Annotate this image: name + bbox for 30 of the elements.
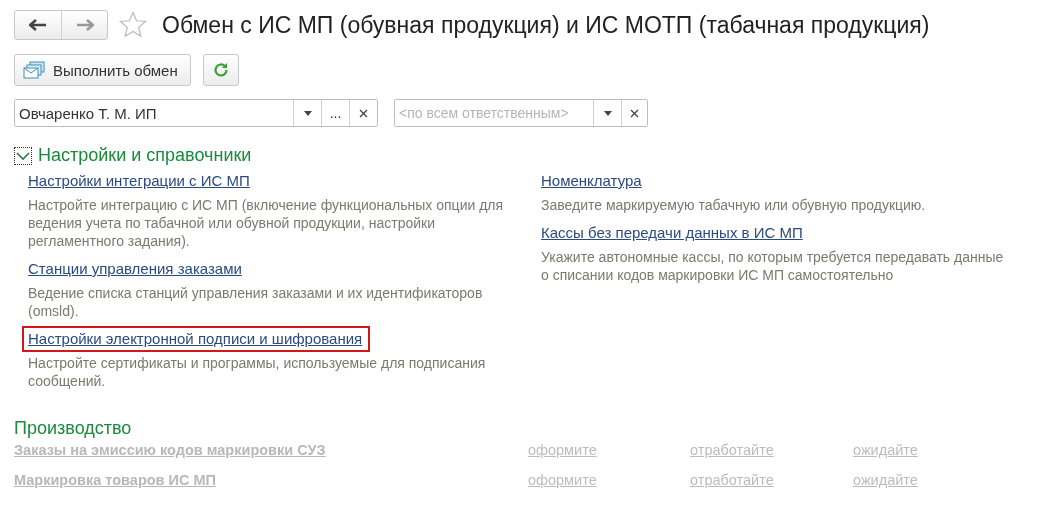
caret-icon: [603, 110, 612, 116]
organization-field[interactable]: Овчаренко Т. М. ИП ...: [14, 99, 378, 127]
link-description: Настройте интеграцию с ИС МП (включение функциональных опции для ведения учета по табачной или обувной продукции, настройки регламентного задания).: [28, 196, 505, 250]
exchange-button[interactable]: Выполнить обмен: [14, 54, 191, 86]
section-title: Производство: [14, 418, 132, 439]
section-title: Настройки и справочники: [38, 145, 252, 166]
settings-link[interactable]: Станции управления заказами: [22, 256, 250, 282]
envelopes-icon: [23, 61, 45, 79]
window-title: Обмен с ИС МП (обувная продукция) и ИС МОТП (табачная продукция): [162, 11, 930, 39]
close-icon: [359, 108, 368, 118]
highlighted-link[interactable]: Настройки электронной подписи и шифрования: [22, 326, 371, 352]
clear-button[interactable]: [349, 100, 377, 126]
settings-link[interactable]: Номенклатура: [535, 168, 650, 194]
refresh-icon: [211, 61, 230, 79]
settings-link[interactable]: Кассы без передачи данных в ИС МП: [535, 220, 811, 246]
refresh-button[interactable]: [202, 54, 239, 86]
caret-icon: [303, 110, 312, 116]
chevron-down-icon: [16, 150, 30, 161]
settings-link[interactable]: Настройки интеграции с ИС МП: [22, 168, 258, 194]
close-icon: [630, 108, 639, 118]
collapse-toggle[interactable]: [14, 146, 32, 165]
responsible-field[interactable]: <по всем ответственным>: [394, 99, 648, 127]
link-description: Настройте сертификаты и программы, используемые для подписания сообщений.: [28, 354, 487, 390]
star-icon[interactable]: [118, 10, 148, 40]
link-description: Ведение списка станций управления заказами и их идентификаторов (omsld).: [28, 284, 484, 320]
link-description: Укажите автономные кассы, по которым требуется передавать данные о списании кодов маркировки ИС МП самостоятельно: [541, 248, 1005, 284]
link-description: Заведите маркируемую табачную или обувную продукцию.: [541, 196, 927, 214]
clear-button[interactable]: [621, 100, 647, 126]
forward-arrow-icon: [75, 19, 94, 31]
back-arrow-icon: [29, 19, 47, 31]
